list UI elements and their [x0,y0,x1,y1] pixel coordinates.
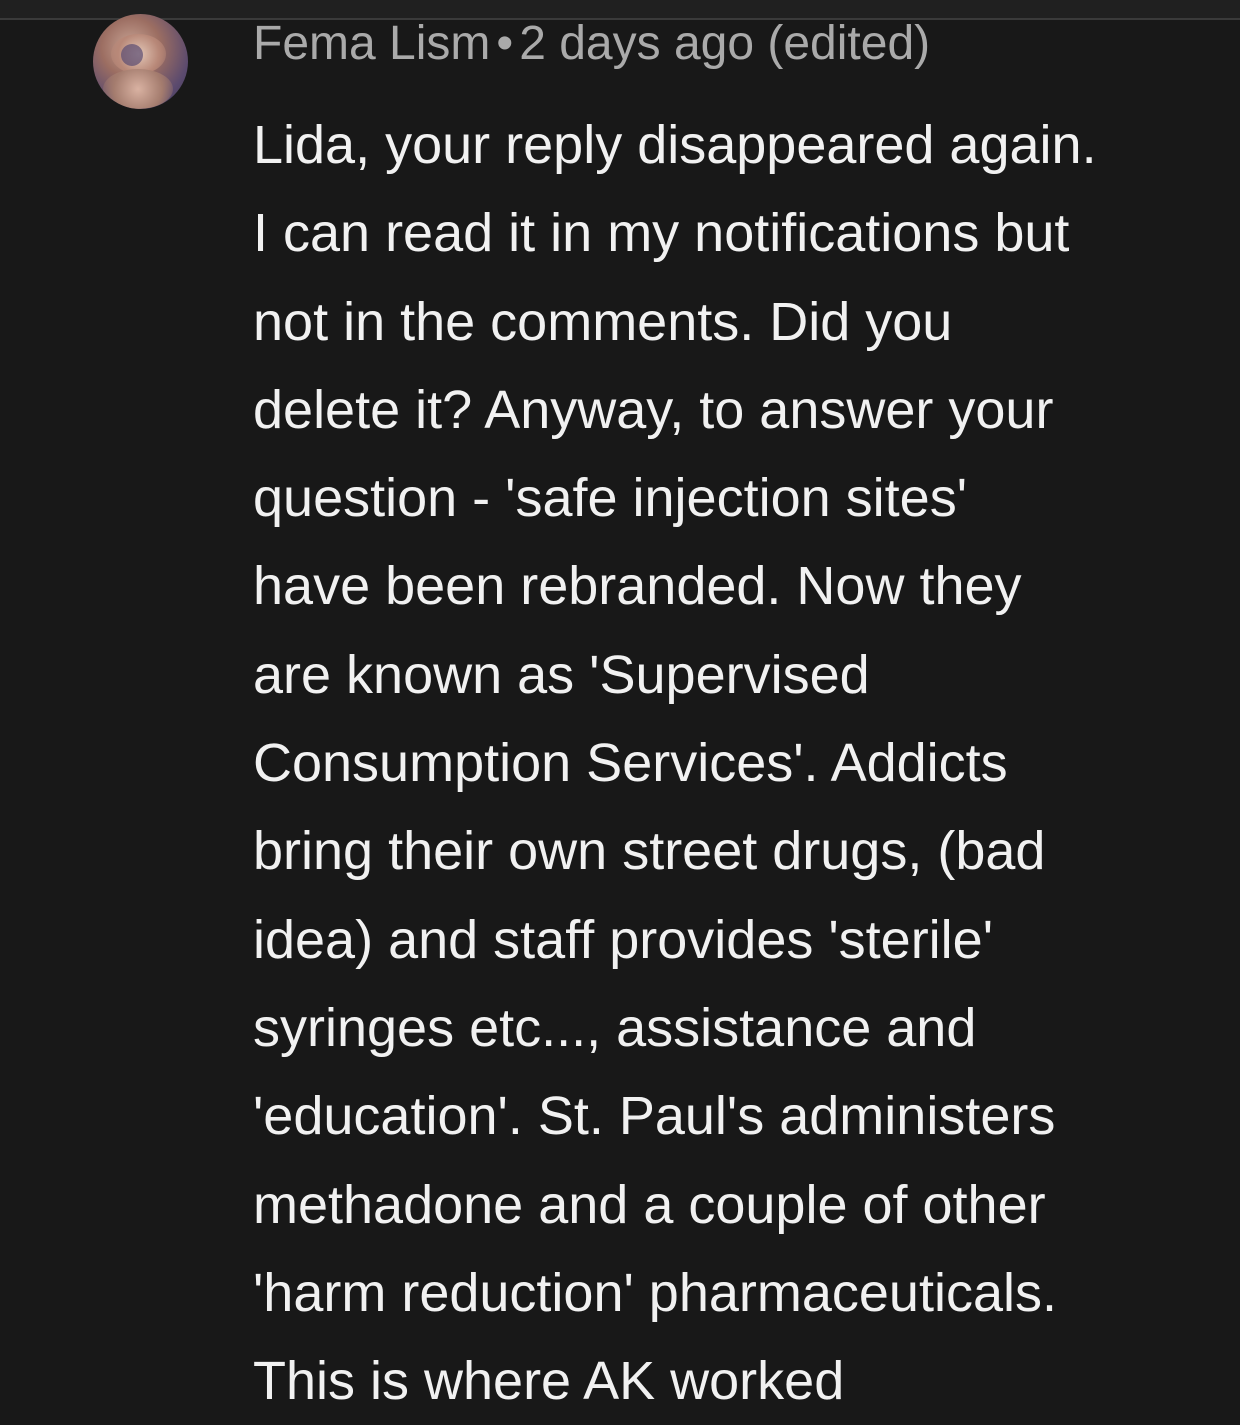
timestamp[interactable]: 2 days ago (edited) [519,17,930,70]
avatar-photo-part [103,69,173,109]
comment-thread-item: Fema Lism • 2 days ago (edited) Lida, your… [0,0,1240,1411]
separator-dot: • [496,17,514,70]
avatar-photo-part [121,44,143,66]
author-name[interactable]: Fema Lism [253,17,490,70]
user-avatar-icon[interactable] [93,14,188,109]
comment-body: Lida, your reply disappeared again. I ca… [253,115,1097,1412]
comment-header: Fema Lism • 2 days ago (edited) [253,14,930,74]
